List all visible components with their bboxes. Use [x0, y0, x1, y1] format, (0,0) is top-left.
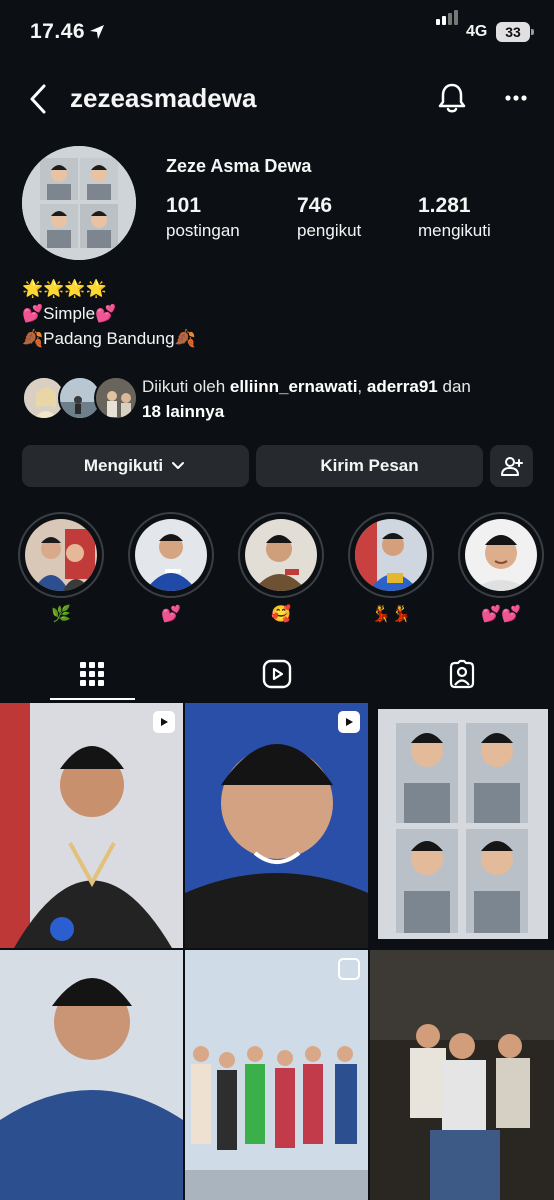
bio-line: 🌟🌟🌟🌟 [22, 279, 107, 298]
status-bar: 17.46 4G 33 [0, 0, 554, 66]
reel-indicator-icon [338, 711, 360, 733]
post-grid [0, 703, 554, 1200]
mutual-follower-link[interactable]: elliinn_ernawati [230, 377, 358, 396]
story-highlight[interactable]: 💃💃 [348, 512, 434, 624]
stat-following-label: mengikuti [418, 221, 491, 240]
highlight-cover [245, 519, 317, 591]
tagged-icon [449, 659, 475, 689]
multi-post-icon [338, 958, 360, 980]
chevron-down-icon [172, 462, 185, 469]
bio-line: 🍂Padang Bandung🍂 [22, 329, 196, 348]
reels-icon [262, 659, 292, 689]
tab-posts-grid[interactable] [0, 646, 184, 702]
network-label: 4G [466, 23, 488, 40]
story-highlight[interactable]: 💕💕 [458, 512, 544, 624]
tab-reels[interactable] [185, 646, 369, 702]
message-button[interactable]: Kirim Pesan [256, 445, 483, 487]
post-thumbnail[interactable] [0, 703, 183, 948]
highlight-label: 💕 [161, 606, 181, 623]
stat-following[interactable]: 1.281 mengikuti [418, 194, 491, 241]
battery-icon: 33 [496, 22, 534, 42]
bio-line: 💕Simple💕 [22, 304, 117, 323]
post-thumbnail[interactable] [0, 950, 183, 1200]
suggest-people-button[interactable] [490, 445, 533, 487]
stat-following-value: 1.281 [418, 194, 471, 217]
highlight-cover [25, 519, 97, 591]
story-highlight[interactable]: 🥰 [238, 512, 324, 624]
highlight-label: 🌿 [51, 606, 71, 623]
stat-followers-value: 746 [297, 194, 333, 217]
mutual-followers[interactable]: Diikuti oleh elliinn_ernawati, aderra91 … [22, 374, 542, 422]
stat-posts[interactable]: 101 postingan [166, 194, 240, 241]
post-thumbnail[interactable] [185, 950, 368, 1200]
more-options-icon[interactable] [500, 84, 532, 112]
reel-indicator-icon [153, 711, 175, 733]
highlight-cover [355, 519, 427, 591]
display-name: Zeze Asma Dewa [166, 156, 312, 176]
highlight-label: 💃💃 [371, 606, 411, 623]
stat-posts-label: postingan [166, 221, 240, 240]
location-arrow-icon [90, 25, 104, 39]
highlight-cover [135, 519, 207, 591]
mutual-followers-text: Diikuti oleh elliinn_ernawati, aderra91 … [142, 377, 471, 421]
mutual-followers-others[interactable]: 18 lainnya [142, 402, 224, 421]
top-nav: zezeasmadewa [0, 66, 554, 130]
profile-tabs [0, 646, 554, 702]
message-button-label: Kirim Pesan [320, 456, 419, 475]
profile-bio: 🌟🌟🌟🌟 💕Simple💕 🍂Padang Bandung🍂 [22, 276, 196, 351]
bell-icon[interactable] [436, 81, 468, 115]
active-tab-indicator [50, 698, 135, 700]
back-arrow-icon[interactable] [24, 82, 54, 116]
highlight-label: 🥰 [271, 606, 291, 623]
highlight-cover [465, 519, 537, 591]
post-thumbnail[interactable] [370, 950, 554, 1200]
mutual-follower-avatar [94, 376, 138, 420]
post-thumbnail[interactable] [370, 703, 554, 948]
profile-username: zezeasmadewa [70, 83, 257, 113]
tab-tagged[interactable] [370, 646, 554, 702]
story-highlight[interactable]: 🌿 [18, 512, 104, 624]
post-thumbnail[interactable] [185, 703, 368, 948]
grid-icon [80, 662, 104, 686]
following-button-label: Mengikuti [83, 456, 164, 475]
story-highlight[interactable]: 💕 [128, 512, 214, 624]
stat-followers[interactable]: 746 pengikut [297, 194, 361, 241]
following-button[interactable]: Mengikuti [22, 445, 249, 487]
status-time: 17.46 [30, 20, 86, 43]
profile-avatar[interactable] [22, 146, 136, 260]
mutual-follower-link[interactable]: aderra91 [367, 377, 438, 396]
add-person-icon [500, 457, 523, 476]
stat-followers-label: pengikut [297, 221, 362, 240]
stat-posts-value: 101 [166, 194, 202, 217]
highlight-label: 💕💕 [481, 606, 521, 623]
